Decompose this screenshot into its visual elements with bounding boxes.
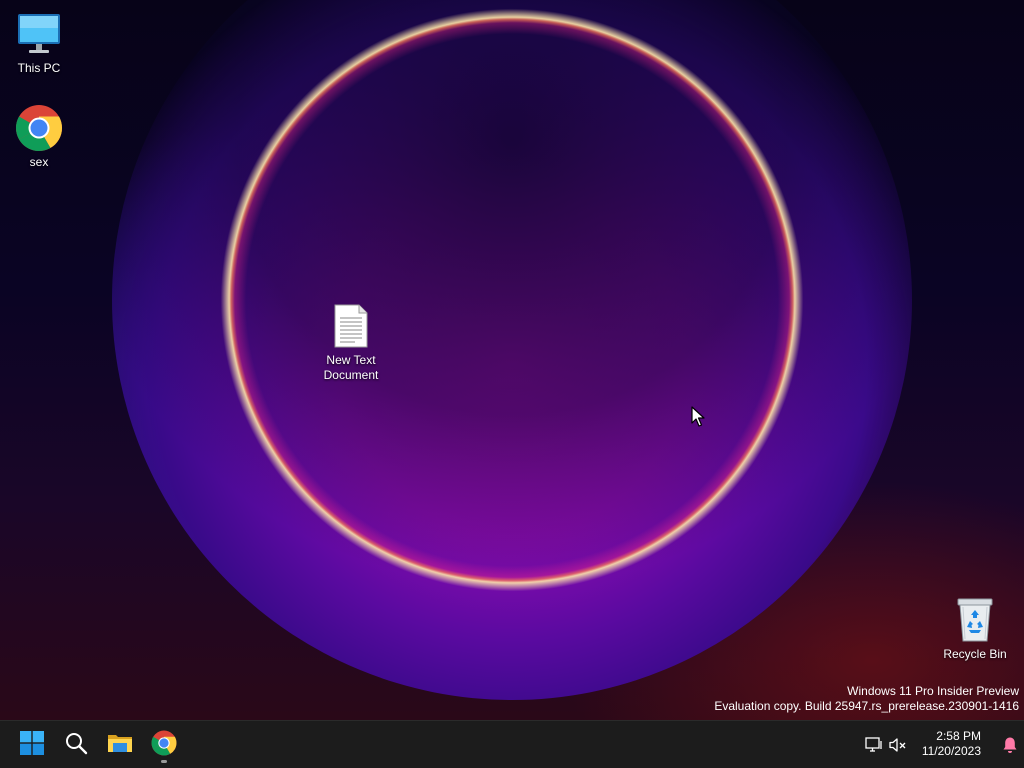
desktop-icon-label: sex [29,155,49,169]
desktop-icon-new-text-document[interactable]: New Text Document [313,302,389,383]
desktop-icon-this-pc[interactable]: This PC [1,10,77,76]
monitor-icon [15,10,63,58]
file-explorer-button[interactable] [100,725,140,765]
watermark-line-edition: Windows 11 Pro Insider Preview [847,684,1019,698]
clock[interactable]: 2:58 PM 11/20/2023 [901,729,981,759]
desktop-icon-label: Recycle Bin [943,647,1007,661]
desktop-icon-chrome-shortcut[interactable]: sex [1,104,77,170]
evaluation-watermark: Windows 11 Pro Insider Preview Evaluatio… [714,684,1019,714]
system-tray: 2:58 PM 11/20/2023 [854,721,1024,768]
running-indicator [161,760,167,763]
clock-time: 2:58 PM [936,729,981,743]
watermark-line-build: Evaluation copy. Build 25947.rs_prerelea… [714,699,1019,713]
search-button[interactable] [56,725,96,765]
search-icon [64,731,88,760]
folder-icon [107,732,133,759]
desktop-icon-label: This PC [17,61,61,75]
bell-icon[interactable] [1000,735,1020,755]
chrome-icon [15,104,63,152]
mouse-cursor-icon [691,406,705,433]
recycle-bin-icon [951,596,999,644]
desktop-icon-label: New Text Document [323,353,379,382]
windows-logo-icon [20,730,44,760]
taskbar-chrome-button[interactable] [144,725,184,765]
text-document-icon [327,302,375,350]
desktop-background[interactable]: This PC sex New Text Document Recycle Bi… [0,0,1024,720]
taskbar: 2:58 PM 11/20/2023 [0,720,1024,768]
chrome-icon [151,730,177,761]
desktop-icon-recycle-bin[interactable]: Recycle Bin [937,596,1013,662]
start-button[interactable] [12,725,52,765]
network-icon[interactable] [864,735,884,755]
clock-date: 11/20/2023 [921,744,981,758]
